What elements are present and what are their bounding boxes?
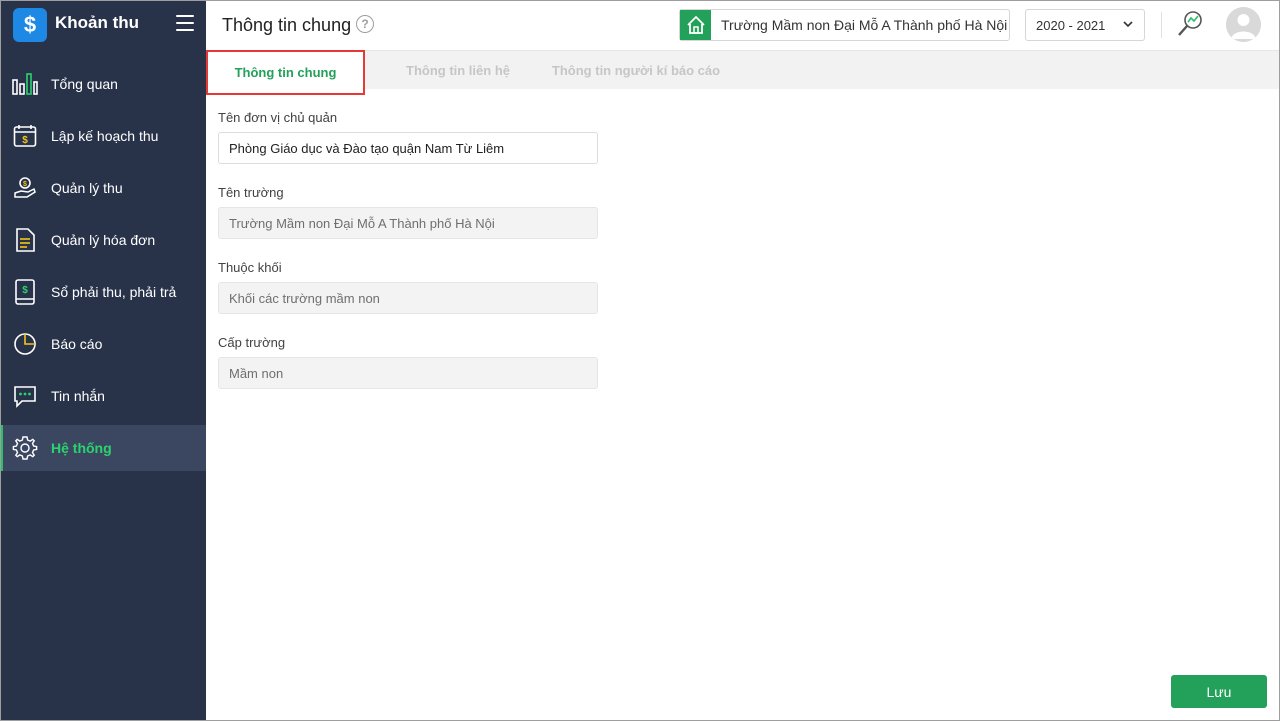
sidebar-item-quan-ly-thu[interactable]: $ Quản lý thu — [0, 165, 206, 211]
calendar-money-icon: $ — [12, 123, 38, 149]
save-button[interactable]: Lưu — [1171, 675, 1267, 708]
sidebar-item-lap-ke-hoach-thu[interactable]: $ Lập kế hoạch thu — [0, 113, 206, 159]
app-title: Khoản thu — [55, 13, 140, 32]
thuoc-khoi-field: Khối các trường mầm non — [218, 282, 598, 314]
sidebar-item-label: Tổng quan — [51, 76, 118, 92]
sidebar-item-label: Sổ phải thu, phải trả — [51, 284, 177, 300]
sidebar-item-so-phai-thu-phai-tra[interactable]: $ Sổ phải thu, phải trả — [0, 269, 206, 315]
sidebar-item-he-thong[interactable]: Hệ thống — [0, 425, 206, 471]
field-label-don-vi-chu-quan: Tên đơn vị chủ quản — [218, 110, 338, 125]
tab-thong-tin-chung[interactable]: Thông tin chung — [206, 50, 365, 95]
chat-icon — [12, 383, 38, 409]
field-label-cap-truong: Cấp trường — [218, 335, 286, 350]
hamburger-menu-icon[interactable] — [176, 15, 194, 33]
header-divider — [1161, 12, 1162, 38]
school-name: Trường Mầm non Đại Mỗ A Thành phố Hà Nội — [721, 17, 1008, 33]
ledger-icon: $ — [12, 279, 38, 305]
sidebar-item-quan-ly-hoa-don[interactable]: Quản lý hóa đơn — [0, 217, 206, 263]
tabs-bar: Thông tin chung Thông tin liên hệ Thông … — [206, 50, 1280, 95]
sidebar-item-label: Tin nhắn — [51, 388, 105, 404]
sidebar-item-bao-cao[interactable]: Báo cáo — [0, 321, 206, 367]
tab-thong-tin-nguoi-ki-bao-cao[interactable]: Thông tin người kí báo cáo — [546, 51, 726, 89]
school-year-value: 2020 - 2021 — [1036, 17, 1106, 33]
cap-truong-field: Mầm non — [218, 357, 598, 389]
top-header: Thông tin chung ? Trường Mầm non Đại Mỗ … — [206, 0, 1280, 51]
bar-chart-icon — [12, 71, 38, 97]
chevron-down-icon — [1122, 18, 1134, 33]
general-info-form: Tên đơn vị chủ quản Phòng Giáo dục và Đà… — [218, 110, 598, 410]
home-icon — [680, 10, 711, 40]
hand-coin-icon: $ — [12, 175, 38, 201]
search-analytics-icon[interactable] — [1176, 10, 1204, 38]
school-selector[interactable]: Trường Mầm non Đại Mỗ A Thành phố Hà Nội — [679, 9, 1010, 41]
sidebar-item-label: Hệ thống — [51, 440, 112, 456]
don-vi-chu-quan-input[interactable]: Phòng Giáo dục và Đào tạo quận Nam Từ Li… — [218, 132, 598, 164]
sidebar-item-label: Quản lý thu — [51, 180, 123, 196]
svg-text:$: $ — [22, 135, 28, 146]
school-year-select[interactable]: 2020 - 2021 — [1025, 9, 1145, 41]
sidebar-item-label: Lập kế hoạch thu — [51, 128, 159, 144]
user-avatar[interactable] — [1226, 7, 1261, 42]
document-icon — [12, 227, 38, 253]
gear-icon — [12, 435, 38, 461]
sidebar-item-label: Quản lý hóa đơn — [51, 232, 156, 248]
page-title: Thông tin chung — [222, 15, 352, 35]
dollar-logo-icon: $ — [13, 8, 47, 42]
brand: $ Khoản thu — [0, 0, 206, 50]
sidebar-item-tong-quan[interactable]: Tổng quan — [0, 61, 206, 107]
sidebar: $ Khoản thu Tổng quan $ Lập kế hoạch thu… — [0, 0, 206, 721]
sidebar-item-label: Báo cáo — [51, 336, 103, 352]
help-icon[interactable]: ? — [356, 15, 374, 33]
sidebar-nav: Tổng quan $ Lập kế hoạch thu $ Quản lý t… — [0, 61, 206, 477]
ten-truong-field: Trường Mầm non Đại Mỗ A Thành phố Hà Nội — [218, 207, 598, 239]
tab-thong-tin-lien-he[interactable]: Thông tin liên hệ — [378, 51, 538, 89]
pie-chart-icon — [12, 331, 38, 357]
field-label-thuoc-khoi: Thuộc khối — [218, 260, 282, 275]
svg-text:$: $ — [22, 285, 28, 296]
field-label-ten-truong: Tên trường — [218, 185, 284, 200]
svg-text:$: $ — [23, 181, 27, 188]
sidebar-item-tin-nhan[interactable]: Tin nhắn — [0, 373, 206, 419]
